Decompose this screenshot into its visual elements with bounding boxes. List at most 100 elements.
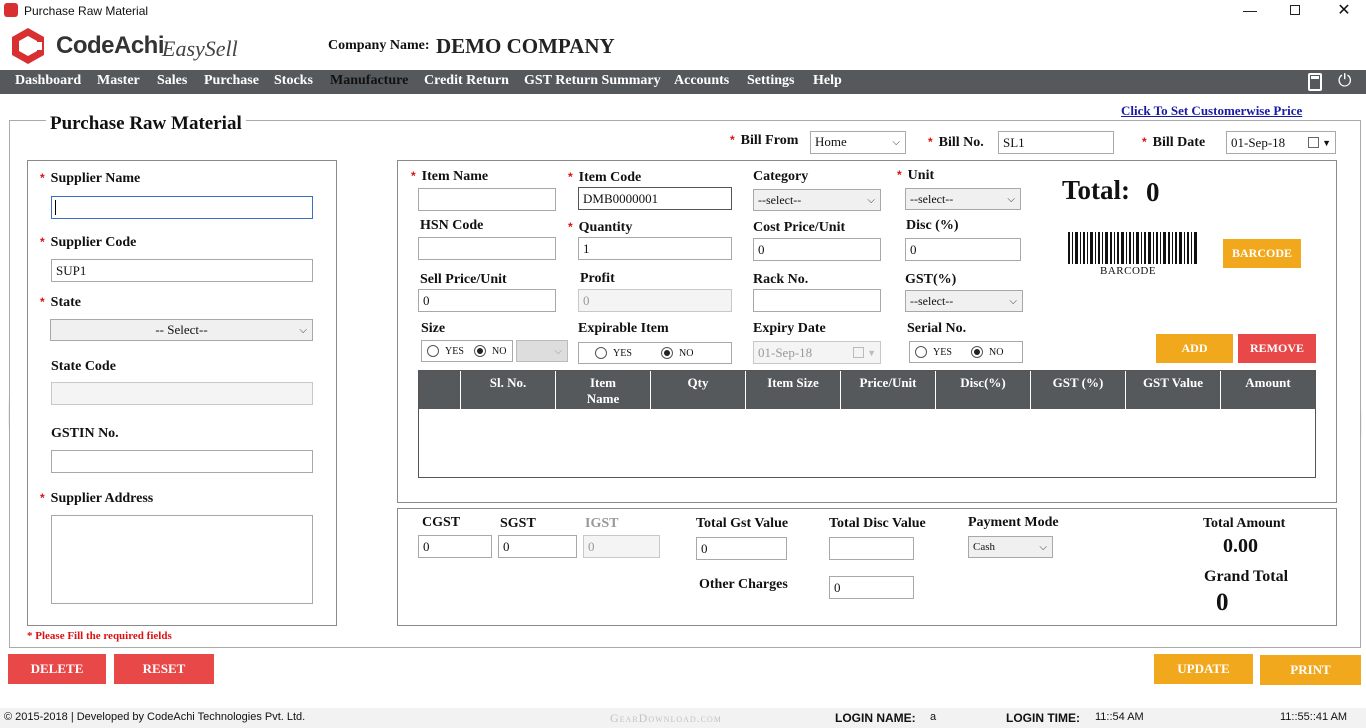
company-name: DEMO COMPANY	[436, 34, 615, 58]
delete-button[interactable]: DELETE	[8, 654, 106, 684]
expirable-yes-label: YES	[613, 348, 632, 359]
grand-total-value: 0	[1216, 589, 1229, 616]
hsn-code-input[interactable]	[418, 237, 556, 260]
table-header-price-unit: Price/Unit	[841, 371, 936, 409]
serial-no-label: Serial No.	[907, 321, 967, 336]
nav-help[interactable]: Help	[813, 73, 842, 89]
supplier-address-label: * Supplier Address	[40, 491, 154, 506]
supplier-name-label: * Supplier Name	[40, 171, 141, 186]
category-select[interactable]: --select-- ⌵	[753, 189, 881, 211]
item-code-label: * Item Code	[568, 170, 642, 185]
total-amount-label: Total Amount	[1203, 516, 1286, 531]
rack-no-input[interactable]	[753, 289, 881, 312]
size-yes-radio[interactable]	[427, 345, 439, 357]
other-charges-label: Other Charges	[699, 577, 788, 592]
add-button[interactable]: ADD	[1156, 334, 1233, 363]
total-disc-input[interactable]	[829, 537, 914, 560]
window-title: Purchase Raw Material	[24, 4, 149, 18]
calculator-icon[interactable]	[1308, 73, 1322, 91]
unit-label: * Unit	[897, 168, 935, 183]
product-name: EasySell	[162, 36, 238, 61]
table-header-qty: Qty	[651, 371, 746, 409]
cgst-input[interactable]: 0	[418, 535, 492, 558]
nav-manufacture[interactable]: Manufacture	[330, 73, 408, 89]
bill-from-select[interactable]: Home ⌵	[810, 131, 906, 154]
payment-mode-select[interactable]: Cash ⌵	[968, 536, 1053, 558]
barcode-caption: BARCODE	[1100, 265, 1157, 277]
size-no-radio[interactable]	[474, 345, 486, 357]
table-header-sl-no: Sl. No.	[461, 371, 556, 409]
codeachi-logo-icon	[12, 28, 44, 64]
cost-price-label: Cost Price/Unit	[753, 220, 846, 235]
gstin-input[interactable]	[51, 450, 313, 473]
grand-total-label: Grand Total	[1204, 568, 1289, 585]
supplier-name-input[interactable]	[51, 196, 313, 219]
company-label: Company Name:	[328, 38, 430, 53]
size-yes-label: YES	[445, 346, 464, 357]
supplier-address-textarea[interactable]	[51, 515, 313, 604]
login-time-label: LOGIN TIME:	[1006, 711, 1080, 725]
minimize-icon[interactable]: —	[1240, 0, 1260, 22]
customerwise-price-link[interactable]: Click To Set Customerwise Price	[1121, 103, 1302, 119]
gst-label: GST(%)	[905, 272, 957, 287]
expirable-yes-radio[interactable]	[595, 347, 607, 359]
calendar-icon[interactable]	[1308, 137, 1319, 148]
serial-yes-radio[interactable]	[915, 346, 927, 358]
text-cursor	[55, 200, 56, 215]
power-icon[interactable]: ⏻	[1338, 71, 1351, 91]
bill-no-input[interactable]: SL1	[998, 131, 1114, 154]
reset-button[interactable]: RESET	[114, 654, 214, 684]
remove-button[interactable]: REMOVE	[1238, 334, 1316, 363]
nav-settings[interactable]: Settings	[747, 73, 794, 89]
table-header-item-name: Item Name	[556, 371, 651, 409]
disc-input[interactable]: 0	[905, 238, 1021, 261]
sell-price-input[interactable]: 0	[418, 289, 556, 312]
payment-mode-label: Payment Mode	[968, 515, 1059, 530]
size-no-label: NO	[492, 346, 507, 357]
state-select[interactable]: -- Select-- ⌵	[50, 319, 313, 341]
bill-no-label: * Bill No.	[928, 135, 984, 150]
gst-select[interactable]: --select-- ⌵	[905, 290, 1023, 312]
supplier-code-input[interactable]: SUP1	[51, 259, 313, 282]
nav-stocks[interactable]: Stocks	[274, 73, 313, 89]
other-charges-input[interactable]: 0	[829, 576, 914, 599]
table-header-item-size: Item Size	[746, 371, 841, 409]
chevron-down-icon[interactable]: ▼	[1322, 135, 1331, 152]
size-label: Size	[421, 321, 446, 336]
total-label: Total:	[1062, 175, 1131, 205]
update-button[interactable]: UPDATE	[1154, 654, 1253, 684]
required-fields-note: * Please Fill the required fields	[27, 630, 172, 642]
sgst-input[interactable]: 0	[498, 535, 577, 558]
print-button[interactable]: PRINT	[1260, 655, 1361, 685]
nav-master[interactable]: Master	[97, 73, 140, 89]
nav-credit-return[interactable]: Credit Return	[424, 73, 509, 89]
unit-select[interactable]: --select-- ⌵	[905, 188, 1021, 210]
quantity-input[interactable]: 1	[578, 237, 732, 260]
total-amount-value: 0.00	[1223, 535, 1258, 557]
form-title: Purchase Raw Material	[46, 113, 246, 135]
expiry-date-label: Expiry Date	[753, 321, 826, 336]
cgst-label: CGST	[422, 515, 461, 530]
clock: 11::55::41 AM	[1280, 711, 1348, 723]
state-code-input	[51, 382, 313, 405]
nav-dashboard[interactable]: Dashboard	[15, 73, 81, 89]
igst-input: 0	[583, 535, 660, 558]
hsn-code-label: HSN Code	[420, 218, 484, 233]
cost-price-input[interactable]: 0	[753, 238, 881, 261]
nav-gst-return-summary[interactable]: GST Return Summary	[524, 73, 661, 89]
nav-accounts[interactable]: Accounts	[674, 73, 729, 89]
item-name-input[interactable]	[418, 188, 556, 211]
sell-price-label: Sell Price/Unit	[420, 272, 507, 287]
serial-no-label: NO	[989, 347, 1004, 358]
bill-date-picker[interactable]: 01-Sep-18 ▼	[1226, 131, 1336, 154]
close-icon[interactable]: ✕	[1334, 0, 1354, 22]
nav-purchase[interactable]: Purchase	[204, 73, 259, 89]
maximize-icon[interactable]	[1290, 5, 1300, 15]
total-gst-input[interactable]: 0	[696, 537, 787, 560]
item-code-input[interactable]: DMB0000001	[578, 187, 732, 210]
barcode-button[interactable]: BARCODE	[1223, 239, 1301, 268]
expirable-no-radio[interactable]	[661, 347, 673, 359]
quantity-label: * Quantity	[568, 220, 633, 235]
serial-no-radio[interactable]	[971, 346, 983, 358]
nav-sales[interactable]: Sales	[157, 73, 187, 89]
